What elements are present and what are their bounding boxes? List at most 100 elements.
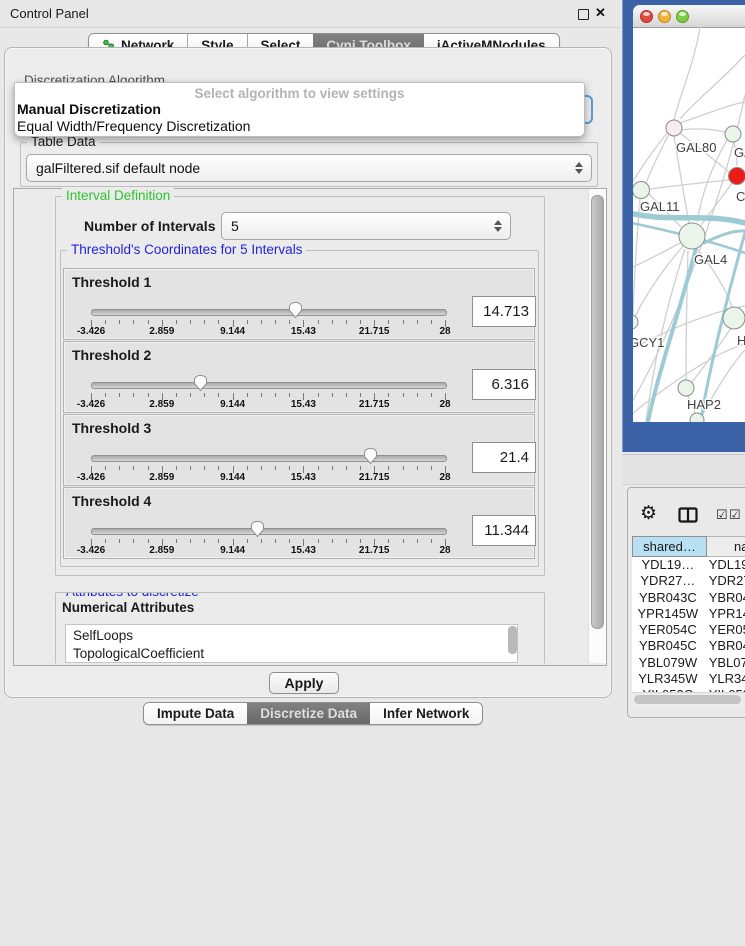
network-edge[interactable] [692, 328, 731, 382]
tab-infer-network[interactable]: Infer Network [370, 703, 482, 724]
network-edge[interactable] [674, 27, 700, 120]
mac-minimize-icon[interactable] [658, 10, 671, 23]
network-node[interactable] [633, 315, 638, 329]
threshold-panel: Threshold 2-3.4262.8599.14415.4321.71528… [63, 341, 535, 413]
vertical-scrollbar-thumb[interactable] [591, 195, 604, 629]
tick-mark [289, 393, 290, 397]
tick-label: 9.144 [220, 399, 245, 410]
slider-handle[interactable] [193, 372, 208, 395]
network-edge[interactable] [681, 129, 725, 132]
column-header-shared-name[interactable]: shared… [632, 536, 707, 557]
float-window-icon[interactable] [578, 9, 589, 20]
slider-ticks [91, 393, 445, 401]
checkbox-checked-icon[interactable]: ☑ [729, 507, 741, 523]
table-row[interactable]: YDR27…YDR27… [632, 573, 745, 589]
tick-mark [176, 539, 177, 543]
slider-track[interactable] [91, 382, 447, 389]
tab-discretize-data[interactable]: Discretize Data [247, 703, 370, 724]
table-rows: YDL19…YDL19…YDR27…YDR27…YBR043CYBR043CYP… [632, 557, 745, 692]
table-data-combo-value: galFiltered.sif default node [27, 160, 574, 176]
network-node[interactable] [679, 223, 705, 249]
tick-mark [247, 466, 248, 470]
apply-button[interactable]: Apply [269, 672, 339, 694]
network-node[interactable] [725, 126, 741, 142]
network-node[interactable] [678, 380, 694, 396]
numerical-attributes-list[interactable]: SelfLoopsTopologicalCoefficientBetweenne… [65, 624, 518, 663]
table-cell: YDL19… [632, 557, 704, 573]
attributes-list-scrollbar-thumb[interactable] [508, 626, 517, 654]
tick-mark [318, 393, 319, 397]
threshold-label: Threshold 3 [72, 420, 151, 436]
attribute-list-item[interactable]: TopologicalCoefficient [66, 645, 517, 663]
tick-label: -3.426 [77, 472, 105, 483]
slider-handle[interactable] [250, 518, 265, 541]
tab-impute-data[interactable]: Impute Data [144, 703, 247, 724]
slider-track[interactable] [91, 309, 447, 316]
table-row[interactable]: YER054CYER054C [632, 622, 745, 638]
tick-mark [417, 539, 418, 543]
network-node[interactable] [690, 413, 704, 422]
attribute-list-item[interactable]: SelfLoops [66, 627, 517, 645]
control-panel-title: Control Panel [10, 6, 89, 21]
thresholds-group-title: Threshold's Coordinates for 5 Intervals [67, 242, 306, 257]
table-row[interactable]: YLR345WYLR345W [632, 671, 745, 687]
number-of-intervals-combo[interactable]: 5 [221, 212, 511, 240]
tick-mark [119, 539, 120, 543]
table-data-combo[interactable]: galFiltered.sif default node [26, 154, 592, 182]
close-icon[interactable]: ✕ [595, 5, 606, 21]
algorithm-option[interactable]: Manual Discretization [17, 101, 577, 117]
tick-mark [247, 320, 248, 324]
gear-icon[interactable]: ⚙ [640, 504, 657, 523]
network-node-label: GA [734, 145, 745, 160]
threshold-value-field[interactable]: 11.344 [472, 515, 536, 546]
slider-track[interactable] [91, 528, 447, 535]
tab-label: Infer Network [383, 706, 469, 721]
tick-mark [388, 466, 389, 470]
network-node[interactable] [723, 307, 745, 329]
network-edge[interactable] [686, 250, 688, 380]
tick-label: 15.43 [291, 472, 316, 483]
tick-mark [318, 466, 319, 470]
tick-mark [176, 320, 177, 324]
table-row[interactable]: YBR045CYBR045C [632, 638, 745, 654]
table-row[interactable]: YPR145WYPR145W [632, 606, 745, 622]
tick-mark [403, 539, 404, 543]
slider-handle[interactable] [363, 445, 378, 468]
network-node[interactable] [666, 120, 682, 136]
tick-mark [247, 539, 248, 543]
threshold-value-field[interactable]: 21.4 [472, 442, 536, 473]
network-edge[interactable] [650, 180, 729, 189]
split-columns-icon[interactable] [678, 507, 698, 523]
slider-track[interactable] [91, 455, 447, 462]
attributes-group-title: Attributes to discretize [62, 592, 203, 599]
slider-handle[interactable] [288, 299, 303, 322]
threshold-value-field[interactable]: 6.316 [472, 369, 536, 400]
horizontal-scrollbar-thumb[interactable] [634, 695, 741, 704]
network-highlight-edge[interactable] [704, 231, 745, 243]
threshold-value-field[interactable]: 14.713 [472, 296, 536, 327]
network-edge[interactable] [680, 55, 745, 119]
column-header-name[interactable]: name [707, 536, 745, 557]
algorithm-option[interactable]: Equal Width/Frequency Discretization [17, 118, 577, 134]
network-canvas[interactable]: GAL80GACGAL11GAL4HGCY1HAP2 [633, 27, 745, 422]
threshold-label: Threshold 2 [72, 347, 151, 363]
tick-mark [388, 393, 389, 397]
table-row[interactable]: YDL19…YDL19… [632, 557, 745, 573]
network-node-label: GAL4 [694, 252, 727, 267]
tick-label: 2.859 [149, 472, 174, 483]
table-row[interactable]: YBR043CYBR043C [632, 590, 745, 606]
network-node[interactable] [729, 168, 745, 185]
number-of-intervals-label: Number of Intervals [84, 218, 215, 234]
table-row[interactable]: YBL079WYBL079W [632, 655, 745, 671]
tick-mark [275, 320, 276, 324]
mac-zoom-icon[interactable] [676, 10, 689, 23]
network-node[interactable] [633, 182, 650, 199]
network-edge[interactable] [680, 102, 745, 123]
network-edge[interactable] [635, 246, 683, 317]
network-edge[interactable] [646, 134, 669, 183]
checkbox-checked-icon[interactable]: ☑ [716, 507, 728, 523]
network-window-titlebar[interactable] [633, 5, 745, 28]
mac-close-icon[interactable] [640, 10, 653, 23]
attribute-list-item[interactable]: BetweennessCentrality [66, 662, 517, 663]
tick-label: 28 [439, 399, 450, 410]
